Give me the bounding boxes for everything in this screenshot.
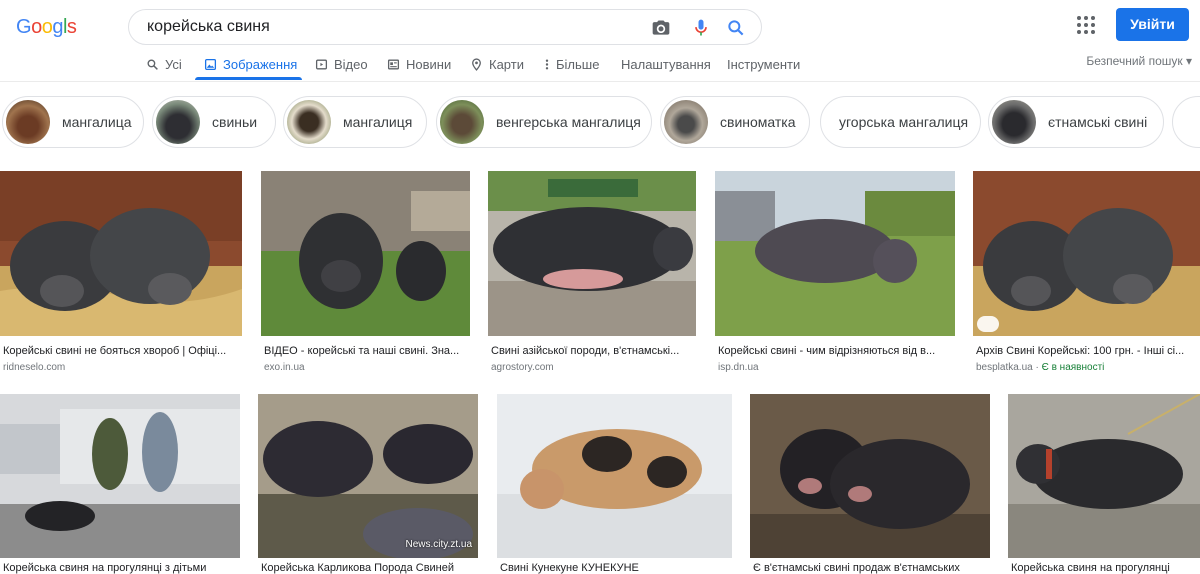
- chip-thumbnail: [440, 100, 484, 144]
- search-tabs: Усі Зображення Відео Новини Карти Більше…: [0, 46, 1200, 82]
- image-result[interactable]: Є в'єтнамські свині продаж в'єтнамських: [750, 394, 990, 574]
- tab-more[interactable]: Більше: [544, 52, 599, 76]
- safe-search-label: Безпечний пошук: [1086, 54, 1183, 68]
- caret-down-icon: ▾: [1185, 54, 1192, 68]
- more-vert-icon: [545, 59, 549, 69]
- apps-grid-icon[interactable]: [1076, 15, 1096, 35]
- tab-settings[interactable]: Налаштування: [621, 52, 711, 76]
- result-caption[interactable]: Архів Свині Корейські: 100 грн. - Інші с…: [976, 345, 1198, 357]
- result-caption[interactable]: ВІДЕО - корейські та наші свині. Зна...: [264, 345, 467, 357]
- tab-label: Карти: [489, 56, 524, 72]
- chip-thumbnail: [287, 100, 331, 144]
- tab-maps[interactable]: Карти: [470, 52, 524, 76]
- result-source-domain: besplatka.ua: [976, 362, 1033, 373]
- tab-video[interactable]: Відео: [315, 52, 368, 76]
- tab-tools[interactable]: Інструменти: [727, 52, 800, 76]
- camera-icon[interactable]: [651, 18, 671, 38]
- tab-news[interactable]: Новини: [387, 52, 451, 76]
- chip-thumbnail: [992, 100, 1036, 144]
- tab-label: Новини: [406, 56, 452, 72]
- tab-label: Більше: [556, 56, 600, 72]
- result-source: ridneselo.com: [3, 362, 66, 373]
- result-source: agrostory.com: [491, 362, 554, 373]
- result-caption[interactable]: Корейські свині - чим відрізняються від …: [718, 345, 952, 357]
- chip-label: угорська мангалиця: [839, 114, 969, 130]
- chip-label: свиньи: [212, 114, 258, 130]
- header: Googls корейська свиня Увійти: [0, 0, 1200, 52]
- result-thumbnail[interactable]: [715, 171, 955, 336]
- signin-button[interactable]: Увійти: [1116, 8, 1189, 41]
- chip-ugorska-mangalytsia[interactable]: угорська мангалиця: [820, 96, 981, 148]
- tab-label: Зображення: [223, 56, 298, 72]
- chip-svinomatka[interactable]: свиноматка: [660, 96, 810, 148]
- price-tag-icon: [977, 316, 999, 332]
- result-thumbnail[interactable]: [0, 171, 242, 336]
- active-tab-indicator: [195, 77, 302, 80]
- chip-label: венгерська мангалиця: [496, 114, 641, 130]
- chip-svini[interactable]: свиньи: [152, 96, 276, 148]
- safe-search-toggle[interactable]: Безпечний пошук ▾: [1086, 54, 1192, 68]
- map-pin-icon: [472, 57, 481, 71]
- related-searches-chips: мангалица свиньи мангалиця венгерська ма…: [0, 96, 1200, 150]
- result-caption[interactable]: Корейська свиня на прогулянці: [1011, 562, 1197, 574]
- tab-label: Налаштування: [621, 56, 711, 72]
- tab-all[interactable]: Усі: [146, 52, 182, 76]
- microphone-icon[interactable]: [691, 18, 711, 38]
- chip-thumbnail: [6, 100, 50, 144]
- chip-hungarian-mangalytsia[interactable]: венгерська мангалиця: [436, 96, 652, 148]
- in-stock-label: Є в наявності: [1041, 362, 1105, 373]
- news-icon: [387, 59, 400, 69]
- result-thumbnail[interactable]: [261, 171, 470, 336]
- result-thumbnail[interactable]: [1008, 394, 1200, 558]
- chip-mangalica[interactable]: мангалица: [2, 96, 144, 148]
- image-result[interactable]: Свині азійської породи, в'єтнамські... a…: [488, 171, 696, 376]
- result-caption[interactable]: Корейська свиня на прогулянці з дітьми: [3, 562, 237, 574]
- image-result[interactable]: Корейська свиня на прогулянці: [1008, 394, 1200, 574]
- image-result[interactable]: Архів Свині Корейські: 100 грн. - Інші с…: [973, 171, 1200, 376]
- chip-thumbnail: [664, 100, 708, 144]
- search-icon: [147, 58, 158, 70]
- chip-label: єтнамські свині: [1048, 114, 1148, 130]
- separator-dot: ·: [1035, 362, 1039, 373]
- image-result[interactable]: News.city.zt.ua Корейська Карликова Поро…: [258, 394, 478, 574]
- result-caption[interactable]: Корейські свині не бояться хвороб | Офіц…: [3, 345, 239, 357]
- search-box[interactable]: корейська свиня: [128, 9, 762, 45]
- tab-label: Усі: [165, 56, 182, 72]
- google-logo[interactable]: Googls: [16, 16, 77, 42]
- chip-thumbnail: [156, 100, 200, 144]
- image-icon: [204, 58, 217, 70]
- result-thumbnail[interactable]: [973, 171, 1200, 336]
- result-thumbnail[interactable]: [488, 171, 696, 336]
- chip-mangalytsia[interactable]: мангалиця: [283, 96, 427, 148]
- tab-label: Інструменти: [727, 56, 801, 72]
- result-caption[interactable]: Корейська Карликова Порода Свиней: [261, 562, 475, 574]
- chip-next-partial[interactable]: [1172, 96, 1200, 148]
- chip-label: свиноматка: [720, 114, 796, 130]
- result-thumbnail[interactable]: [497, 394, 732, 558]
- tab-images[interactable]: Зображення: [204, 52, 297, 76]
- search-input[interactable]: корейська свиня: [147, 18, 270, 36]
- image-result[interactable]: Корейські свині - чим відрізняються від …: [715, 171, 955, 376]
- image-result[interactable]: Корейська свиня на прогулянці з дітьми: [0, 394, 240, 574]
- result-thumbnail[interactable]: News.city.zt.ua: [258, 394, 478, 558]
- result-caption[interactable]: Свині азійської породи, в'єтнамські...: [491, 345, 693, 357]
- result-source: exo.in.ua: [264, 362, 305, 373]
- result-caption[interactable]: Свині Кунекуне КУНЕКУНЕ: [500, 562, 729, 574]
- watermark: News.city.zt.ua: [405, 539, 473, 550]
- result-source: besplatka.ua · Є в наявності: [976, 362, 1104, 373]
- result-thumbnail[interactable]: [750, 394, 990, 558]
- chip-label: мангалиця: [343, 114, 413, 130]
- chip-label: мангалица: [62, 114, 132, 130]
- result-source: isp.dn.ua: [718, 362, 759, 373]
- result-thumbnail[interactable]: [0, 394, 240, 558]
- chip-vietnamese-pigs[interactable]: єтнамські свині: [988, 96, 1164, 148]
- image-result[interactable]: ВІДЕО - корейські та наші свині. Зна... …: [261, 171, 470, 376]
- search-icon[interactable]: [726, 18, 746, 38]
- video-icon: [315, 59, 328, 69]
- tab-label: Відео: [334, 56, 368, 72]
- image-result[interactable]: Корейські свині не бояться хвороб | Офіц…: [0, 171, 242, 376]
- image-result[interactable]: Свині Кунекуне КУНЕКУНЕ: [497, 394, 732, 574]
- result-caption[interactable]: Є в'єтнамські свині продаж в'єтнамських: [753, 562, 987, 574]
